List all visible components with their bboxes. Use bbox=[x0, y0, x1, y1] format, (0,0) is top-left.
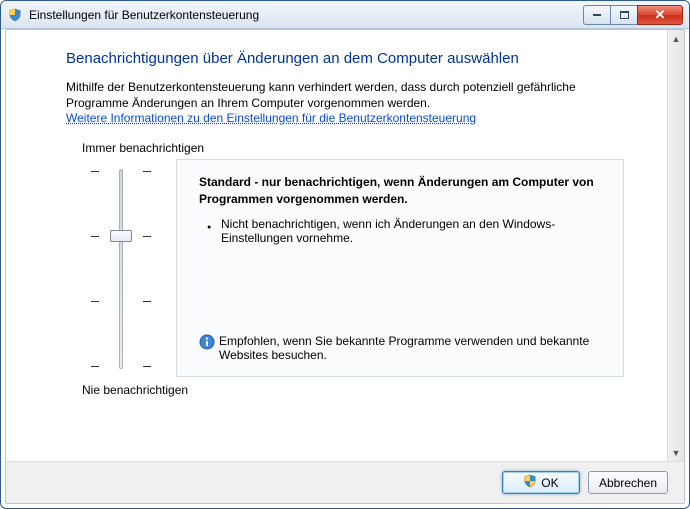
description-title: Standard - nur benachrichtigen, wenn Änd… bbox=[199, 174, 601, 206]
description-bullet-text: Nicht benachrichtigen, wenn ich Änderung… bbox=[221, 217, 601, 245]
ok-button[interactable]: OK bbox=[502, 471, 580, 494]
slider-track bbox=[119, 169, 123, 369]
maximize-button[interactable] bbox=[610, 5, 638, 25]
page-heading: Benachrichtigungen über Änderungen an de… bbox=[66, 50, 624, 67]
window-buttons: ✕ bbox=[584, 5, 683, 25]
slider-thumb[interactable] bbox=[110, 230, 132, 242]
close-button[interactable]: ✕ bbox=[637, 5, 683, 25]
cancel-button[interactable]: Abbrechen bbox=[588, 471, 668, 494]
help-link[interactable]: Weitere Informationen zu den Einstellung… bbox=[66, 111, 476, 125]
vertical-scrollbar[interactable]: ▲ ▼ bbox=[667, 30, 684, 461]
recommendation-row: Empfohlen, wenn Sie bekannte Programme v… bbox=[199, 334, 601, 362]
description-bullet: Nicht benachrichtigen, wenn ich Änderung… bbox=[207, 217, 601, 245]
description-panel: Standard - nur benachrichtigen, wenn Änd… bbox=[176, 159, 624, 377]
dialog-footer: OK Abbrechen bbox=[6, 461, 684, 503]
close-icon: ✕ bbox=[655, 8, 666, 21]
bullet-icon bbox=[207, 217, 221, 245]
cancel-label: Abbrechen bbox=[599, 476, 657, 490]
client-area: Benachrichtigungen über Änderungen an de… bbox=[5, 29, 685, 504]
recommendation-text: Empfohlen, wenn Sie bekannte Programme v… bbox=[219, 334, 601, 362]
intro-text: Mithilfe der Benutzerkontensteuerung kan… bbox=[66, 79, 624, 111]
maximize-icon bbox=[620, 11, 629, 19]
content-area: Benachrichtigungen über Änderungen an de… bbox=[6, 30, 684, 461]
slider-section: Immer benachrichtigen Standa bbox=[66, 141, 624, 397]
uac-settings-window: Einstellungen für Benutzerkontensteuerun… bbox=[0, 0, 690, 509]
uac-shield-icon bbox=[523, 474, 537, 491]
slider-top-label: Immer benachrichtigen bbox=[82, 141, 624, 155]
info-icon bbox=[199, 334, 219, 362]
uac-shield-icon bbox=[7, 7, 23, 23]
minimize-button[interactable] bbox=[583, 5, 611, 25]
scroll-up-icon[interactable]: ▲ bbox=[668, 30, 684, 47]
minimize-icon bbox=[593, 14, 601, 16]
slider-bottom-label: Nie benachrichtigen bbox=[82, 383, 624, 397]
notification-slider[interactable] bbox=[91, 165, 151, 373]
titlebar[interactable]: Einstellungen für Benutzerkontensteuerun… bbox=[1, 1, 689, 29]
ok-label: OK bbox=[541, 476, 558, 490]
scroll-down-icon[interactable]: ▼ bbox=[668, 444, 684, 461]
window-title: Einstellungen für Benutzerkontensteuerun… bbox=[29, 8, 584, 22]
